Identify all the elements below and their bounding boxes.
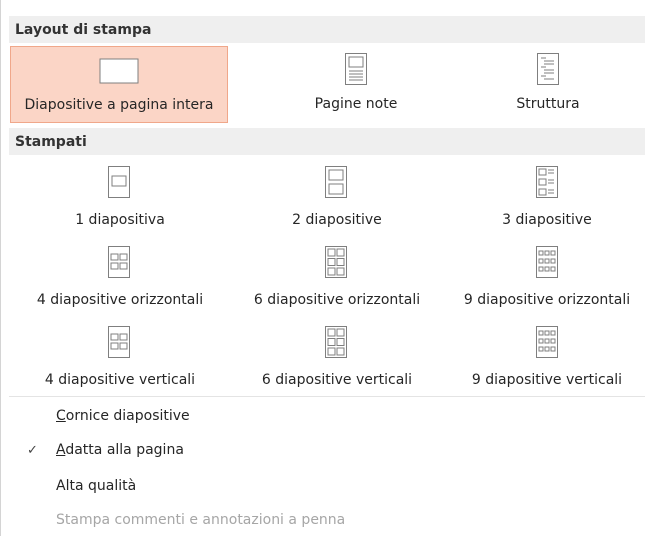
section-header-print-layout: Layout di stampa	[9, 16, 645, 43]
option-high-quality[interactable]: Alta qualità	[56, 478, 136, 494]
nine-slides-vertical-icon	[536, 326, 558, 358]
tile-full-page-slides[interactable]: Diapositive a pagina intera	[10, 46, 228, 123]
handout-9-vertical[interactable]: 9 diapositive verticali	[449, 320, 645, 394]
handout-4-horizontal[interactable]: 4 diapositive orizzontali	[10, 240, 230, 314]
one-slide-icon	[108, 166, 130, 198]
tile-label: Struttura	[516, 96, 580, 112]
six-slides-horizontal-icon	[325, 246, 347, 278]
tile-outline[interactable]: Struttura	[451, 46, 645, 123]
six-slides-vertical-icon	[325, 326, 347, 358]
handout-3-slides[interactable]: 3 diapositive	[449, 160, 645, 234]
four-slides-vertical-icon	[108, 326, 130, 358]
tile-label: 3 diapositive	[502, 212, 592, 228]
three-slides-icon	[536, 166, 558, 198]
tile-label: 6 diapositive orizzontali	[253, 292, 421, 308]
tile-label: Pagine note	[314, 96, 398, 112]
option-label: Alta qualità	[56, 478, 137, 494]
handout-9-horizontal[interactable]: 9 diapositive orizzontali	[449, 240, 645, 314]
print-layout-dropdown: Layout di stampa Diapositive a pagina in…	[0, 0, 649, 536]
nine-slides-horizontal-icon	[536, 246, 558, 278]
section-title: Layout di stampa	[15, 21, 152, 38]
option-label: Stampa commenti e annotazioni a penna	[56, 512, 346, 528]
tile-label: 6 diapositive verticali	[261, 372, 413, 388]
tile-label: 9 diapositive orizzontali	[463, 292, 631, 308]
tile-label: 1 diapositiva	[75, 212, 165, 228]
tile-label: 4 diapositive verticali	[44, 372, 196, 388]
tile-label: 9 diapositive verticali	[471, 372, 623, 388]
section-header-handouts: Stampati	[9, 128, 645, 155]
four-slides-horizontal-icon	[108, 246, 130, 278]
option-label: datta alla pagina	[65, 442, 184, 458]
handout-6-horizontal[interactable]: 6 diapositive orizzontali	[237, 240, 437, 314]
option-label: ornice diapositive	[65, 408, 190, 424]
tile-label: Diapositive a pagina intera	[24, 97, 214, 113]
option-fit-to-page[interactable]: Adatta alla pagina	[56, 442, 184, 458]
full-page-slide-icon	[99, 58, 139, 84]
two-slides-icon	[325, 166, 347, 198]
handout-4-vertical[interactable]: 4 diapositive verticali	[10, 320, 230, 394]
option-accelerator: C	[56, 408, 66, 424]
option-frame-slides[interactable]: Cornice diapositive	[56, 408, 190, 424]
checkmark-icon: ✓	[27, 443, 38, 458]
divider	[9, 396, 645, 397]
tile-notes-pages[interactable]: Pagine note	[256, 46, 456, 123]
tile-label: 2 diapositive	[292, 212, 382, 228]
handout-1-slide[interactable]: 1 diapositiva	[10, 160, 230, 234]
outline-icon	[537, 53, 559, 85]
section-title: Stampati	[15, 133, 87, 150]
option-print-comments: Stampa commenti e annotazioni a penna	[56, 512, 345, 528]
notes-page-icon	[345, 53, 367, 85]
handout-2-slides[interactable]: 2 diapositive	[237, 160, 437, 234]
option-accelerator: A	[56, 442, 66, 458]
tile-label: 4 diapositive orizzontali	[36, 292, 204, 308]
handout-6-vertical[interactable]: 6 diapositive verticali	[237, 320, 437, 394]
